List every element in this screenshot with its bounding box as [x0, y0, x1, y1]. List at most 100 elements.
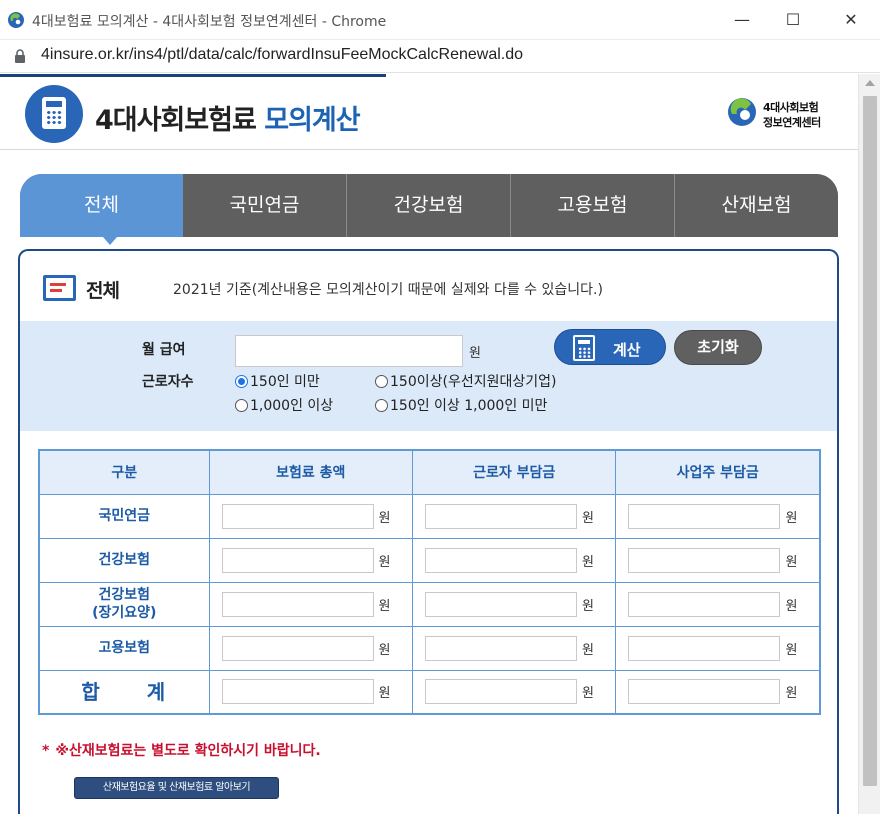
calculate-button-label: 계산: [613, 341, 641, 359]
tab-all[interactable]: 전체: [20, 174, 183, 237]
calculator-panel: 전체 2021년 기준(계산내용은 모의계산이기 때문에 실제와 다를 수 있습…: [18, 249, 839, 814]
brand-logo[interactable]: 4대사회보험 정보연계센터: [727, 96, 837, 132]
col-employer: 사업주 부담금: [615, 449, 821, 495]
maximize-button[interactable]: ☐: [770, 4, 816, 36]
monitor-icon: [43, 275, 76, 301]
page-content: 4대사회보험료 모의계산 4대사회보험 정보연계센터 전체 국민연금 건강보험 …: [0, 74, 858, 814]
page-title-main: 4대사회보험료: [95, 105, 257, 136]
unit-label: 원: [378, 686, 391, 702]
table-row: 건강보험 (장기요양) 원 원 원: [38, 581, 821, 627]
unit-label: 원: [378, 642, 391, 658]
sum-employee-field[interactable]: [424, 679, 577, 705]
row-label-longterm-care: 건강보험 (장기요양): [38, 581, 210, 627]
radio-unchecked-icon: [235, 399, 248, 412]
row-label-total: 합 계: [38, 669, 210, 715]
unit-label: 원: [785, 598, 798, 614]
tab-national-pension[interactable]: 국민연금: [183, 174, 347, 237]
row-label-health: 건강보험: [38, 537, 210, 583]
page-title-accent: 모의계산: [264, 105, 360, 136]
industrial-accident-notice: * ※산재보험료는 별도로 확인하시기 바랍니다.: [42, 740, 321, 760]
site-logo-icon: [8, 12, 24, 28]
wage-unit: 원: [469, 346, 481, 361]
input-form: 월 급여 원 계산 초기화 근로자수 150인 미만 150이상(우선지원대상기…: [20, 321, 837, 431]
unit-label: 원: [378, 510, 391, 526]
row-label-longterm-line1: 건강보험: [98, 587, 151, 603]
notice-text: ※산재보험료는 별도로 확인하시기 바랍니다.: [55, 743, 321, 759]
brand-line2: 정보연계센터: [763, 116, 821, 129]
employment-employee-field[interactable]: [424, 635, 577, 661]
calculate-button[interactable]: 계산: [554, 329, 666, 365]
employment-employer-field[interactable]: [628, 635, 781, 661]
window-titlebar: 4대보험료 모의계산 - 4대사회보험 정보연계센터 - Chrome — ☐ …: [0, 0, 880, 40]
pension-employer-field[interactable]: [628, 503, 781, 529]
wage-input[interactable]: [235, 335, 463, 367]
col-total: 보험료 총액: [208, 449, 413, 495]
health-employer-field[interactable]: [628, 547, 781, 573]
close-button[interactable]: ✕: [828, 4, 874, 36]
ltc-total-field[interactable]: [221, 591, 374, 617]
pension-total-field[interactable]: [221, 503, 374, 529]
brand-line1: 4대사회보험: [763, 101, 819, 114]
row-label-longterm-line2: (장기요양): [92, 605, 157, 621]
minimize-button[interactable]: —: [719, 4, 765, 36]
table-row: 합 계 원 원 원: [38, 669, 821, 715]
page-header: 4대사회보험료 모의계산 4대사회보험 정보연계센터: [0, 77, 858, 150]
page-title: 4대사회보험료 모의계산: [95, 98, 361, 137]
unit-label: 원: [581, 554, 594, 570]
radio-150-priority[interactable]: 150이상(우선지원대상기업): [375, 371, 556, 391]
col-employee: 근로자 부담금: [411, 449, 617, 495]
unit-label: 원: [581, 642, 594, 658]
row-label-pension: 국민연금: [38, 493, 210, 539]
ltc-employer-field[interactable]: [628, 591, 781, 617]
radio-checked-icon: [235, 375, 248, 388]
industrial-accident-info-button[interactable]: 산재보험요율 및 산재보험료 알아보기: [74, 777, 279, 799]
unit-label: 원: [581, 510, 594, 526]
tab-industrial-accident[interactable]: 산재보험: [675, 174, 838, 237]
section-note: 2021년 기준(계산내용은 모의계산이기 때문에 실제와 다를 수 있습니다.…: [173, 282, 603, 298]
scroll-up-icon[interactable]: [865, 80, 875, 86]
table-row: 고용보험 원 원 원: [38, 625, 821, 671]
col-category: 구분: [38, 449, 210, 495]
workers-label: 근로자수: [142, 374, 194, 390]
window-title: 4대보험료 모의계산 - 4대사회보험 정보연계센터 - Chrome: [32, 14, 387, 30]
section-title: 전체: [86, 280, 120, 302]
address-bar[interactable]: 4insure.or.kr/ins4/ptl/data/calc/forward…: [0, 40, 880, 73]
lock-icon: [15, 49, 25, 63]
calculator-icon: [25, 85, 83, 143]
row-label-employment: 고용보험: [38, 625, 210, 671]
sum-employer-field[interactable]: [628, 679, 781, 705]
unit-label: 원: [581, 686, 594, 702]
insurance-tabs: 전체 국민연금 건강보험 고용보험 산재보험: [20, 174, 838, 237]
radio-under-150[interactable]: 150인 미만: [235, 371, 320, 391]
unit-label: 원: [785, 686, 798, 702]
unit-label: 원: [378, 598, 391, 614]
vertical-scrollbar[interactable]: [858, 74, 880, 814]
ltc-employee-field[interactable]: [424, 591, 577, 617]
unit-label: 원: [581, 598, 594, 614]
unit-label: 원: [785, 642, 798, 658]
table-header-row: 구분 보험료 총액 근로자 부담금 사업주 부담금: [38, 449, 821, 495]
calculator-icon: [573, 335, 595, 361]
tab-health-insurance[interactable]: 건강보험: [347, 174, 511, 237]
radio-150-to-1000[interactable]: 150인 이상 1,000인 미만: [375, 395, 547, 415]
reset-button[interactable]: 초기화: [674, 330, 762, 365]
sum-total-field[interactable]: [221, 679, 374, 705]
brand-mark-icon: [728, 98, 756, 126]
active-tab-pointer: [103, 237, 117, 245]
pension-employee-field[interactable]: [424, 503, 577, 529]
unit-label: 원: [785, 554, 798, 570]
table-row: 국민연금 원 원 원: [38, 493, 821, 539]
scrollbar-thumb[interactable]: [863, 96, 877, 786]
notice-bullet: *: [42, 743, 50, 759]
table-row: 건강보험 원 원 원: [38, 537, 821, 583]
url-text[interactable]: 4insure.or.kr/ins4/ptl/data/calc/forward…: [41, 46, 523, 64]
health-total-field[interactable]: [221, 547, 374, 573]
wage-label: 월 급여: [142, 342, 186, 358]
fee-table: 구분 보험료 총액 근로자 부담금 사업주 부담금 국민연금 원 원 원 건강보…: [38, 449, 821, 715]
employment-total-field[interactable]: [221, 635, 374, 661]
radio-unchecked-icon: [375, 399, 388, 412]
health-employee-field[interactable]: [424, 547, 577, 573]
radio-over-1000[interactable]: 1,000인 이상: [235, 395, 333, 415]
unit-label: 원: [785, 510, 798, 526]
tab-employment-insurance[interactable]: 고용보험: [511, 174, 675, 237]
